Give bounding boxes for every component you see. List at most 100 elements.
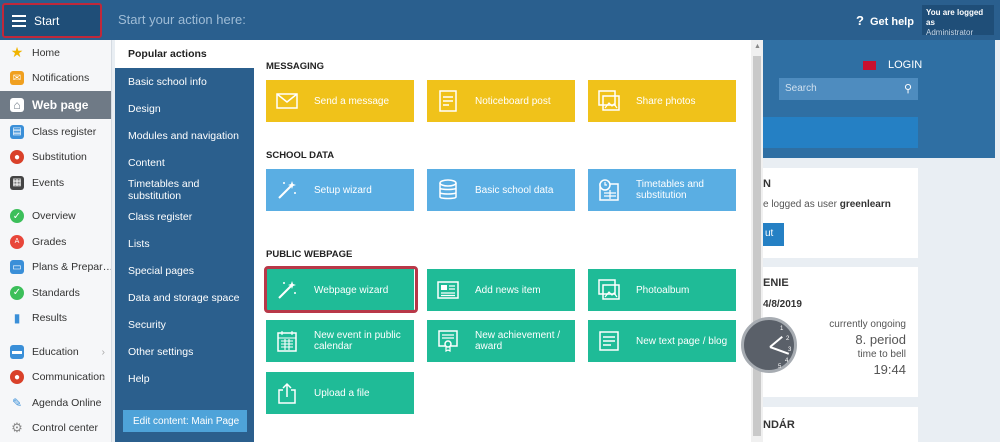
certificate-icon bbox=[438, 330, 458, 352]
sidebar-item-web-page[interactable]: ⌂ Web page bbox=[0, 91, 111, 119]
menu-item-basic-school-info[interactable]: Basic school info bbox=[115, 68, 254, 95]
tile-label: Upload a file bbox=[314, 387, 370, 399]
text-page-icon bbox=[599, 331, 619, 351]
menu-item-help[interactable]: Help bbox=[115, 365, 254, 392]
calendar-icon bbox=[277, 331, 297, 352]
period-status: currently ongoing bbox=[829, 319, 906, 330]
photoalbum-tile[interactable]: Photoalbum bbox=[588, 269, 736, 311]
menu-item-design[interactable]: Design bbox=[115, 95, 254, 122]
upload-icon bbox=[278, 382, 296, 404]
tile-label: Add news item bbox=[475, 284, 541, 296]
gear-icon: ⚙ bbox=[11, 420, 23, 436]
menu-item-special-pages[interactable]: Special pages bbox=[115, 257, 254, 284]
new-achievement-tile[interactable]: New achievement / award bbox=[427, 320, 575, 362]
webpage-header: LOGIN Search ⚲ bbox=[763, 40, 1000, 158]
tile-label: New text page / blog bbox=[636, 335, 728, 347]
noticeboard-post-tile[interactable]: Noticeboard post bbox=[427, 80, 575, 122]
start-label: Start bbox=[34, 13, 60, 28]
tile-label: Timetables and substitution bbox=[636, 179, 704, 201]
login-link[interactable]: LOGIN bbox=[863, 59, 922, 71]
sidebar-item-notifications[interactable]: ✉ Notifications bbox=[0, 66, 111, 92]
sidebar-item-label: Notifications bbox=[32, 72, 90, 85]
tile-label: New event in public calendar bbox=[314, 330, 401, 352]
sidebar-item-agenda-online[interactable]: ✎ Agenda Online bbox=[0, 390, 111, 416]
pen-icon: ✎ bbox=[11, 395, 23, 410]
setup-wizard-tile[interactable]: Setup wizard bbox=[266, 169, 414, 211]
clock-icon: 1 2 3 4 5 bbox=[741, 317, 797, 373]
notice-icon bbox=[439, 90, 457, 112]
help-label: Get help bbox=[869, 16, 914, 28]
sidebar-item-plans[interactable]: ▭ Plans & Prepar… bbox=[0, 255, 111, 281]
sidebar-item-substitution[interactable]: ● Substitution bbox=[0, 145, 111, 171]
menu-item-data-storage[interactable]: Data and storage space bbox=[115, 284, 254, 311]
share-photos-tile[interactable]: Share photos bbox=[588, 80, 736, 122]
menu-item-timetables[interactable]: Timetables and substitution bbox=[115, 176, 254, 203]
new-text-page-tile[interactable]: New text page / blog bbox=[588, 320, 736, 362]
sidebar-item-label: Standards bbox=[32, 286, 80, 299]
menu-item-content[interactable]: Content bbox=[115, 149, 254, 176]
section-school-data: SCHOOL DATA bbox=[266, 150, 335, 161]
logout-button[interactable]: ut bbox=[763, 223, 784, 246]
user-icon: ● bbox=[10, 150, 24, 165]
grade-icon: A bbox=[10, 234, 24, 249]
plans-icon: ▭ bbox=[10, 260, 24, 275]
sidebar-divider bbox=[0, 196, 111, 204]
sidebar-item-home[interactable]: ★ Home bbox=[0, 40, 111, 66]
tile-label: New achievement / award bbox=[475, 330, 561, 352]
scrollbar-thumb[interactable] bbox=[753, 56, 761, 436]
get-help-button[interactable]: ? Get help bbox=[856, 13, 914, 28]
webpage-nav-band bbox=[763, 117, 918, 148]
database-icon bbox=[439, 179, 457, 200]
sidebar-item-results[interactable]: ▮ Results bbox=[0, 306, 111, 332]
chevron-right-icon: › bbox=[101, 371, 106, 384]
login-card: N e logged as user greenlearn ut bbox=[763, 168, 918, 258]
timetable-icon bbox=[599, 179, 619, 201]
start-button[interactable]: Start bbox=[2, 3, 102, 38]
menu-item-security[interactable]: Security bbox=[115, 311, 254, 338]
hamburger-icon bbox=[12, 12, 26, 30]
home-icon: ⌂ bbox=[10, 98, 24, 112]
login-label: LOGIN bbox=[888, 59, 923, 71]
sidebar-item-class-register[interactable]: ▤ Class register bbox=[0, 119, 111, 145]
menu-item-class-register[interactable]: Class register bbox=[115, 203, 254, 230]
current-date: 4/8/2019 bbox=[763, 299, 802, 310]
search-icon[interactable]: ⚲ bbox=[904, 82, 912, 95]
login-card-title: N bbox=[763, 178, 771, 190]
webpage-search-input[interactable]: Search ⚲ bbox=[779, 78, 918, 100]
sidebar-item-label: Home bbox=[32, 46, 61, 59]
basic-school-data-tile[interactable]: Basic school data bbox=[427, 169, 575, 211]
panel-scrollbar[interactable]: ▲ bbox=[751, 40, 763, 442]
menu-item-modules-navigation[interactable]: Modules and navigation bbox=[115, 122, 254, 149]
upload-file-tile[interactable]: Upload a file bbox=[266, 372, 414, 414]
sidebar-item-label: Results bbox=[32, 312, 68, 325]
background-webpage: LOGIN Search ⚲ N e logged as user greenl… bbox=[741, 40, 1000, 442]
sidebar-item-events[interactable]: ▦ Events bbox=[0, 170, 111, 196]
add-news-item-tile[interactable]: Add news item bbox=[427, 269, 575, 311]
bell-card: ENIE 4/8/2019 1 2 3 4 5 currently ongoin… bbox=[741, 267, 918, 397]
photos-icon bbox=[598, 279, 620, 300]
edit-content-button[interactable]: Edit content: Main Page bbox=[123, 410, 247, 432]
timetables-tile[interactable]: Timetables and substitution bbox=[588, 169, 736, 211]
sidebar-item-communication[interactable]: ● Communication › bbox=[0, 365, 111, 391]
calendar-icon: ▦ bbox=[10, 175, 24, 190]
menu-item-other-settings[interactable]: Other settings bbox=[115, 338, 254, 365]
sidebar-item-label: Class register bbox=[32, 125, 97, 138]
news-icon bbox=[437, 281, 459, 299]
sidebar-item-label: Events bbox=[32, 176, 65, 189]
sidebar-item-control-center[interactable]: ⚙ Control center bbox=[0, 416, 111, 442]
tile-label: Basic school data bbox=[475, 184, 554, 196]
sidebar-item-grades[interactable]: A Grades bbox=[0, 229, 111, 255]
menu-item-popular-actions[interactable]: Popular actions bbox=[115, 40, 254, 68]
send-message-tile[interactable]: Send a message bbox=[266, 80, 414, 122]
sidebar-item-education[interactable]: ▬ Education › bbox=[0, 339, 111, 365]
menu-item-lists[interactable]: Lists bbox=[115, 230, 254, 257]
new-event-tile[interactable]: New event in public calendar bbox=[266, 320, 414, 362]
scroll-up-arrow-icon[interactable]: ▲ bbox=[754, 43, 761, 50]
user-account-button[interactable]: You are logged as Administrator bbox=[922, 5, 994, 37]
sidebar-item-overview[interactable]: ✓ Overview bbox=[0, 204, 111, 230]
username: greenlearn bbox=[839, 199, 891, 210]
sidebar-item-standards[interactable]: ✓ Standards bbox=[0, 280, 111, 306]
sidebar-item-label: Grades bbox=[32, 235, 67, 248]
bell-time: 19:44 bbox=[873, 362, 906, 377]
sidebar-item-label: Web page bbox=[32, 98, 89, 112]
